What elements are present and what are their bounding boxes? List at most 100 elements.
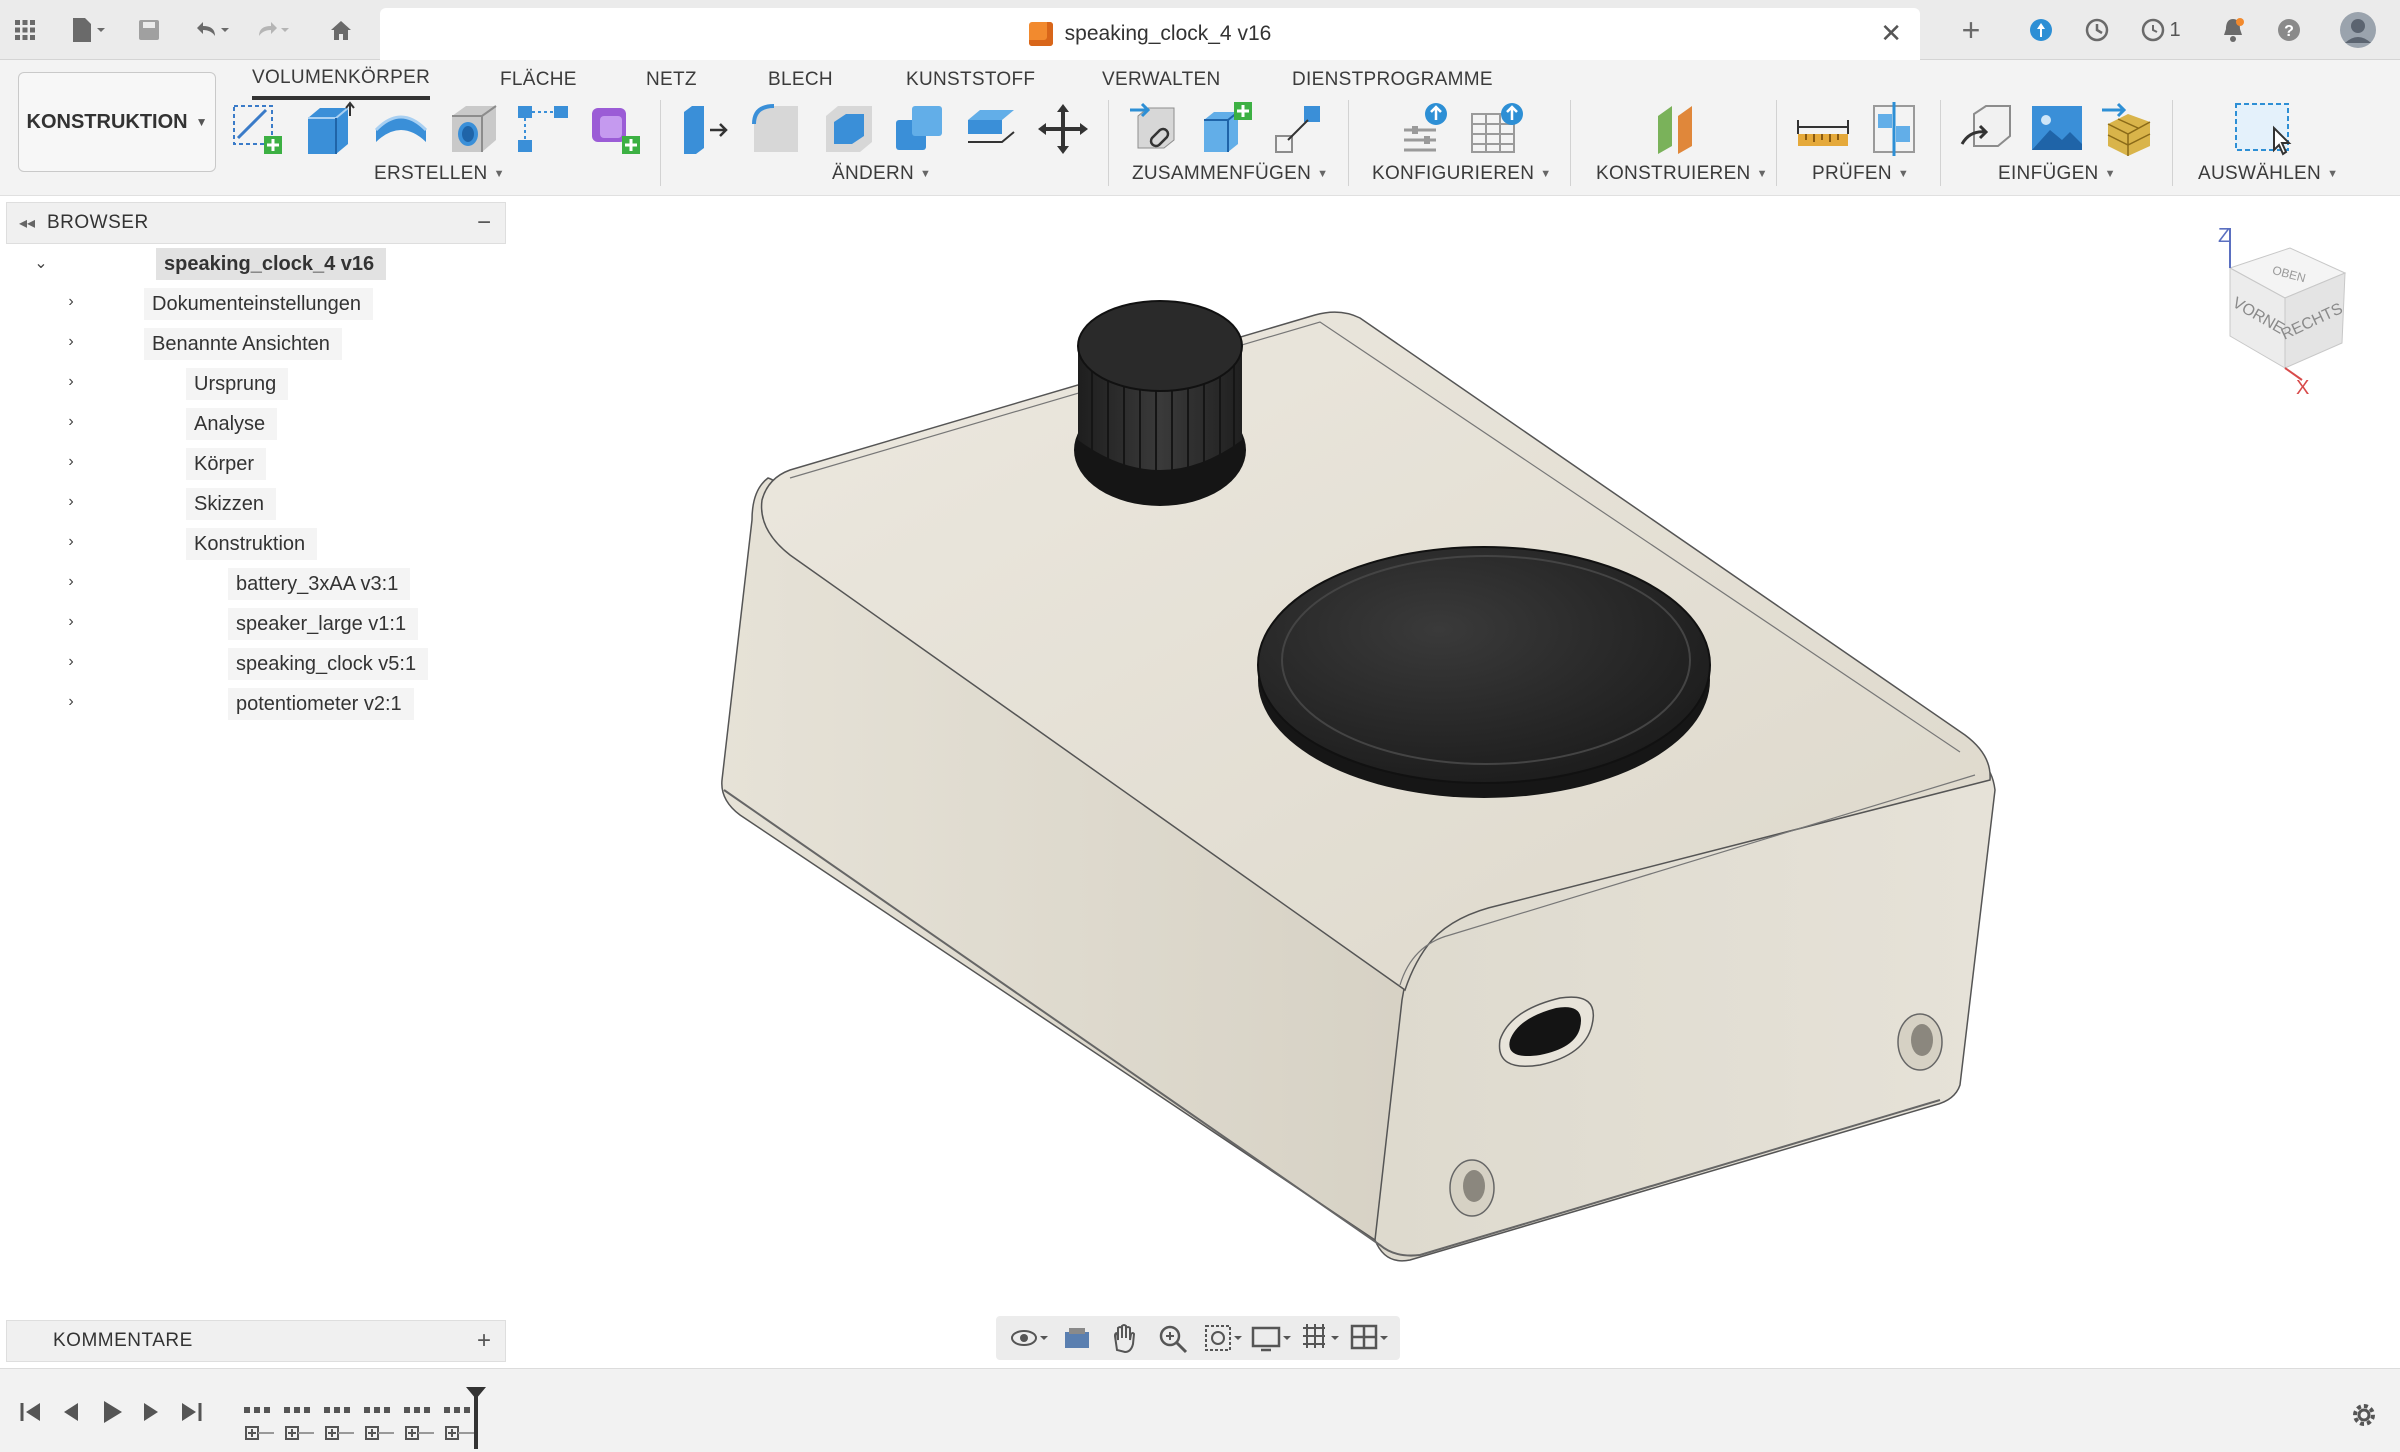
hidden-eye-icon[interactable] (102, 372, 130, 396)
orbit-icon[interactable] (1008, 1320, 1049, 1356)
new-tab-icon[interactable]: + (1956, 12, 1986, 48)
press-pull-icon[interactable] (676, 100, 734, 158)
save-icon[interactable] (136, 12, 162, 48)
chevron-down-icon[interactable]: ⌄ (30, 253, 52, 273)
minimize-icon[interactable]: − (477, 209, 491, 237)
move-icon[interactable] (1034, 100, 1092, 158)
activate-radio-icon[interactable] (392, 252, 420, 276)
3d-viewport[interactable] (510, 196, 2400, 1366)
browser-root-item[interactable]: ⌄ speaking_clock_4 v16 (6, 244, 506, 284)
insert-canvas-icon[interactable] (2028, 100, 2086, 158)
jobs-icon[interactable] (2082, 12, 2112, 48)
document-tab[interactable]: speaking_clock_4 v16 ✕ (380, 8, 1920, 60)
step-back-icon[interactable] (54, 1395, 88, 1429)
timeline-feature[interactable] (402, 1405, 434, 1440)
select-window-icon[interactable] (2232, 100, 2294, 158)
joint-icon[interactable] (1270, 100, 1328, 158)
tab-kunststoff[interactable]: KUNSTSTOFF (906, 60, 1035, 100)
help-icon[interactable]: ? (2274, 12, 2304, 48)
browser-item[interactable]: › Körper (6, 444, 506, 484)
pan-hand-icon[interactable] (1105, 1320, 1145, 1356)
comments-panel[interactable]: KOMMENTARE + (6, 1320, 506, 1362)
chevron-right-icon[interactable]: › (60, 333, 82, 351)
section-analysis-icon[interactable] (1866, 100, 1924, 158)
workspace-switcher[interactable]: KONSTRUKTION ▼ (18, 72, 216, 172)
pattern-icon[interactable] (514, 100, 572, 158)
browser-item[interactable]: › Skizzen (6, 484, 506, 524)
collapse-panel-icon[interactable]: ◂◂ (7, 213, 47, 233)
visibility-eye-icon[interactable] (102, 612, 130, 636)
timeline-feature[interactable] (442, 1405, 474, 1440)
sync-icon[interactable] (2026, 12, 2056, 48)
chevron-right-icon[interactable]: › (60, 293, 82, 311)
grid-settings-icon[interactable] (1299, 1320, 1340, 1356)
fillet-icon[interactable] (748, 100, 806, 158)
viewports-icon[interactable] (1348, 1320, 1388, 1356)
step-forward-icon[interactable] (134, 1395, 168, 1429)
visibility-eye-icon[interactable] (102, 452, 130, 476)
offset-face-icon[interactable] (962, 100, 1020, 158)
tab-netz[interactable]: NETZ (646, 60, 697, 100)
revolve-icon[interactable] (372, 100, 430, 158)
browser-item[interactable]: › Benannte Ansichten (6, 324, 506, 364)
insert-mesh-icon[interactable] (2098, 100, 2156, 158)
timeline-feature[interactable] (282, 1405, 314, 1440)
timeline-marker[interactable] (474, 1389, 478, 1449)
go-to-start-icon[interactable] (14, 1395, 48, 1429)
visibility-eye-icon[interactable] (102, 492, 130, 516)
insert-derive-icon[interactable] (1958, 100, 2016, 158)
browser-item[interactable]: › Ursprung (6, 364, 506, 404)
browser-item[interactable]: › speaking_clock v5:1 (6, 644, 506, 684)
group-konfigurieren[interactable]: KONFIGURIEREN ▼ (1372, 160, 1551, 188)
construct-plane-icon[interactable] (1648, 100, 1706, 158)
browser-item[interactable]: › potentiometer v2:1 (6, 684, 506, 724)
view-cube[interactable]: OBEN VORNE RECHTS Z X (2210, 218, 2360, 398)
tab-flaeche[interactable]: FLÄCHE (500, 60, 577, 100)
chevron-right-icon[interactable]: › (60, 413, 82, 431)
browser-item[interactable]: › Analyse (6, 404, 506, 444)
chevron-right-icon[interactable]: › (60, 653, 82, 671)
create-sketch-icon[interactable] (228, 100, 286, 158)
hole-icon[interactable] (444, 100, 502, 158)
timeline-feature[interactable] (362, 1405, 394, 1440)
hidden-eye-icon[interactable] (102, 412, 130, 436)
play-icon[interactable] (94, 1395, 128, 1429)
group-aendern[interactable]: ÄNDERN ▼ (832, 160, 931, 188)
timeline-settings-icon[interactable] (2348, 1399, 2380, 1431)
tab-volumenkoerper[interactable]: VOLUMENKÖRPER (252, 60, 431, 100)
timeline-feature[interactable] (242, 1405, 274, 1440)
fit-window-icon[interactable] (1202, 1320, 1243, 1356)
chevron-right-icon[interactable]: › (60, 453, 82, 471)
chevron-right-icon[interactable]: › (60, 573, 82, 591)
add-comment-icon[interactable]: + (477, 1327, 491, 1355)
close-tab-icon[interactable]: ✕ (1880, 18, 1902, 49)
redo-icon[interactable] (250, 12, 296, 48)
timeline-feature[interactable] (322, 1405, 354, 1440)
visibility-eye-icon[interactable] (102, 692, 130, 716)
group-einfuegen[interactable]: EINFÜGEN ▼ (1998, 160, 2116, 188)
group-pruefen[interactable]: PRÜFEN ▼ (1812, 160, 1909, 188)
zoom-icon[interactable] (1154, 1320, 1194, 1356)
chevron-right-icon[interactable]: › (60, 613, 82, 631)
group-erstellen[interactable]: ERSTELLEN ▼ (374, 160, 505, 188)
create-form-icon[interactable] (586, 100, 644, 158)
undo-icon[interactable] (190, 12, 236, 48)
new-component-icon[interactable] (1198, 100, 1256, 158)
group-konstruieren[interactable]: KONSTRUIEREN ▼ (1596, 160, 1768, 188)
group-zusammenfuegen[interactable]: ZUSAMMENFÜGEN ▼ (1132, 160, 1328, 188)
group-auswaehlen[interactable]: AUSWÄHLEN ▼ (2198, 160, 2338, 188)
browser-item[interactable]: › Dokumenteinstellungen (6, 284, 506, 324)
browser-header[interactable]: ◂◂ BROWSER − (6, 202, 506, 244)
enclosure-model[interactable] (510, 196, 2400, 1316)
home-icon[interactable] (326, 12, 356, 48)
notifications-icon[interactable] (2218, 12, 2248, 48)
visibility-eye-icon[interactable] (102, 652, 130, 676)
avatar[interactable] (2338, 12, 2378, 48)
chevron-right-icon[interactable]: › (60, 533, 82, 551)
chevron-right-icon[interactable]: › (60, 373, 82, 391)
history-icon[interactable]: 1 (2136, 12, 2186, 48)
apps-grid-icon[interactable] (10, 12, 40, 48)
chevron-right-icon[interactable]: › (60, 693, 82, 711)
display-settings-icon[interactable] (1251, 1320, 1291, 1356)
visibility-eye-icon[interactable] (68, 252, 96, 276)
